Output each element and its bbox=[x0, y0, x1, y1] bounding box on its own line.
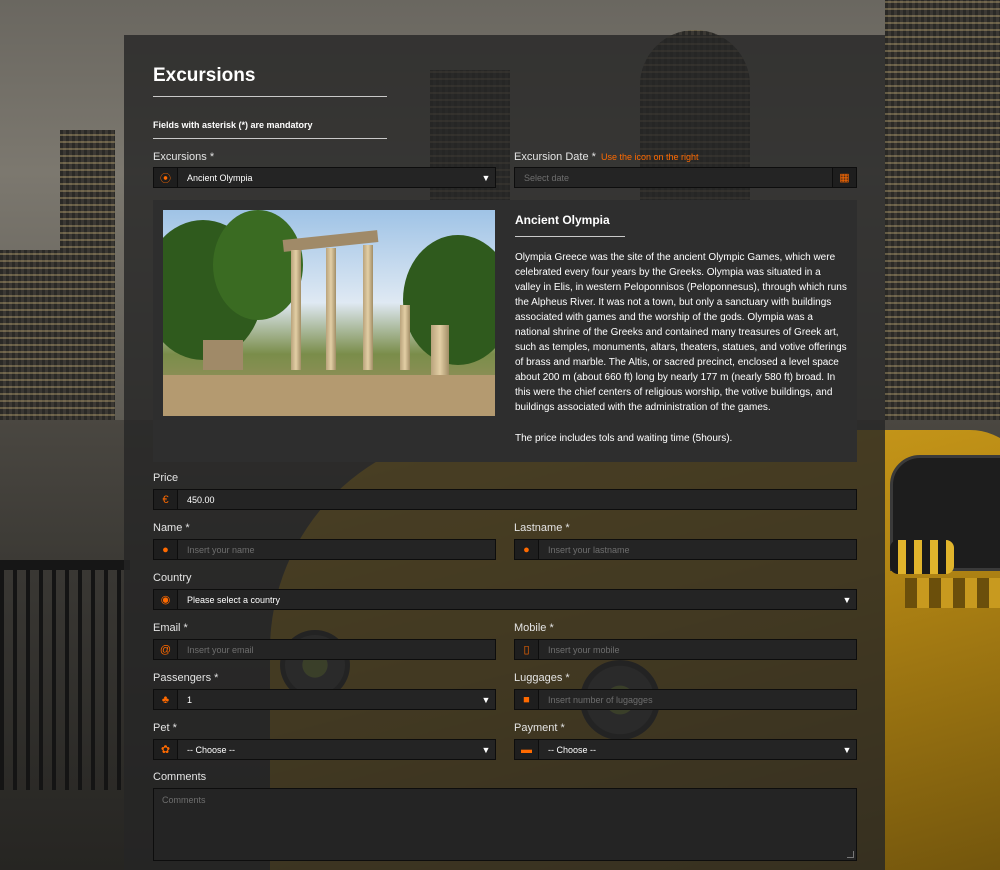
comments-label: Comments bbox=[153, 771, 207, 783]
lastname-placeholder: Insert your lastname bbox=[548, 544, 630, 555]
name-label: Name * bbox=[153, 522, 190, 534]
booking-form-panel: Excursions Fields with asterisk (*) are … bbox=[124, 35, 885, 870]
suitcase-icon: ■ bbox=[515, 690, 539, 709]
excursion-date-hint: Use the icon on the right bbox=[601, 152, 699, 162]
note-divider bbox=[153, 138, 387, 139]
taxi-checker-stripe bbox=[905, 578, 1000, 608]
name-placeholder: Insert your name bbox=[187, 544, 255, 555]
excursion-date-label: Excursion Date * Use the icon on the rig… bbox=[514, 151, 699, 163]
name-input[interactable]: ● Insert your name bbox=[153, 539, 496, 560]
comments-textarea[interactable]: Comments bbox=[153, 788, 857, 861]
user-icon: ● bbox=[154, 540, 178, 559]
excursion-photo bbox=[163, 210, 495, 416]
email-field[interactable]: @ Insert your email bbox=[153, 639, 496, 660]
lastname-input[interactable]: ● Insert your lastname bbox=[514, 539, 857, 560]
group-icon: ♣ bbox=[154, 690, 178, 709]
luggages-placeholder: Insert number of lugagges bbox=[548, 694, 653, 705]
euro-icon: € bbox=[154, 490, 178, 509]
title-divider bbox=[153, 96, 387, 97]
info-divider bbox=[515, 236, 625, 237]
mobile-field[interactable]: ▯ Insert your mobile bbox=[514, 639, 857, 660]
luggages-input[interactable]: ■ Insert number of lugagges bbox=[514, 689, 857, 710]
email-placeholder: Insert your email bbox=[187, 644, 254, 655]
price-label: Price bbox=[153, 472, 179, 484]
pet-label: Pet * bbox=[153, 722, 177, 734]
payment-selected-value: -- Choose -- bbox=[548, 744, 597, 755]
passengers-selected-value: 1 bbox=[187, 694, 193, 705]
price-field[interactable]: € 450.00 bbox=[153, 489, 857, 510]
lastname-label: Lastname * bbox=[514, 522, 570, 534]
luggages-label: Luggages * bbox=[514, 672, 570, 684]
skyline-building bbox=[60, 130, 115, 430]
excursion-date-input[interactable]: Select date ▦ bbox=[514, 167, 857, 188]
passengers-label: Passengers * bbox=[153, 672, 219, 684]
excursions-select[interactable]: ⦿ Ancient Olympia ▼ bbox=[153, 167, 496, 188]
skyline-building bbox=[0, 250, 60, 430]
excursion-info-box: Ancient Olympia Olympia Greece was the s… bbox=[153, 200, 857, 462]
user-icon: ● bbox=[515, 540, 539, 559]
comments-placeholder: Comments bbox=[162, 795, 206, 805]
country-label: Country bbox=[153, 572, 192, 584]
mobile-icon: ▯ bbox=[515, 640, 539, 659]
excursions-label: Excursions * bbox=[153, 151, 215, 163]
country-selected-value: Please select a country bbox=[187, 594, 281, 605]
railing bbox=[0, 560, 130, 790]
chevron-down-icon: ▼ bbox=[842, 744, 852, 755]
pet-selected-value: -- Choose -- bbox=[187, 744, 236, 755]
skyline-building bbox=[885, 0, 1000, 430]
chevron-down-icon: ▼ bbox=[481, 172, 491, 183]
payment-select[interactable]: ▬ -- Choose -- ▼ bbox=[514, 739, 857, 760]
page-title: Excursions bbox=[153, 65, 256, 86]
resize-handle-icon[interactable] bbox=[847, 851, 854, 858]
mandatory-note: Fields with asterisk (*) are mandatory bbox=[153, 120, 313, 130]
chevron-down-icon: ▼ bbox=[842, 594, 852, 605]
country-select[interactable]: ◉ Please select a country ▼ bbox=[153, 589, 857, 610]
credit-card-icon: ▬ bbox=[515, 740, 539, 759]
map-pin-icon: ⦿ bbox=[154, 168, 178, 187]
chevron-down-icon: ▼ bbox=[481, 744, 491, 755]
mobile-label: Mobile * bbox=[514, 622, 554, 634]
taxi-roof-sign bbox=[890, 540, 954, 574]
info-price-note: The price includes tols and waiting time… bbox=[515, 433, 733, 444]
excursion-date-label-text: Excursion Date * bbox=[514, 151, 596, 163]
passengers-select[interactable]: ♣ 1 ▼ bbox=[153, 689, 496, 710]
mobile-placeholder: Insert your mobile bbox=[548, 644, 620, 655]
email-label: Email * bbox=[153, 622, 188, 634]
at-icon: @ bbox=[154, 640, 178, 659]
globe-icon: ◉ bbox=[154, 590, 178, 609]
payment-label: Payment * bbox=[514, 722, 565, 734]
chevron-down-icon: ▼ bbox=[481, 694, 491, 705]
excursion-date-placeholder: Select date bbox=[524, 172, 570, 183]
calendar-icon[interactable]: ▦ bbox=[832, 168, 856, 187]
price-value: 450.00 bbox=[187, 494, 215, 505]
paw-icon: ✿ bbox=[154, 740, 178, 759]
excursions-selected-value: Ancient Olympia bbox=[187, 172, 253, 183]
info-title: Ancient Olympia bbox=[515, 213, 610, 227]
pet-select[interactable]: ✿ -- Choose -- ▼ bbox=[153, 739, 496, 760]
info-description: Olympia Greece was the site of the ancie… bbox=[515, 252, 847, 413]
